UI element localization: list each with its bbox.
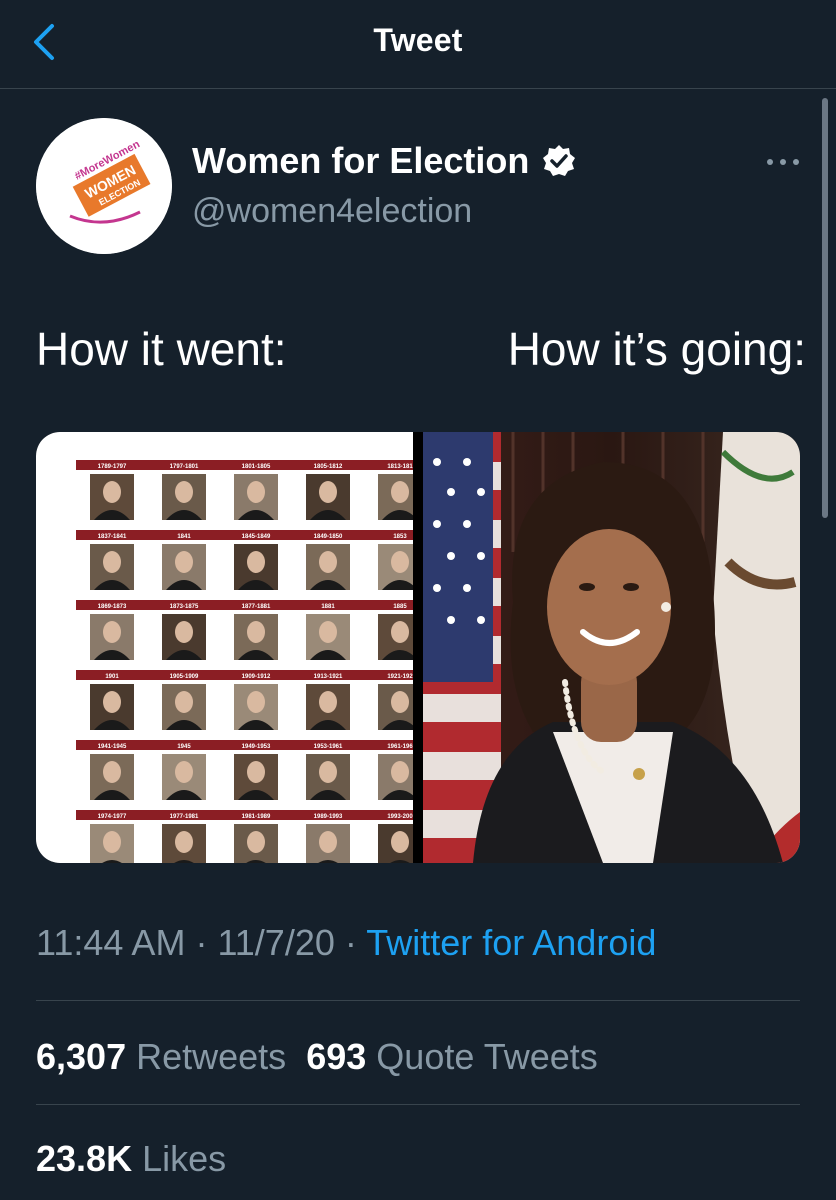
grid-portrait-face: [319, 691, 337, 713]
grid-term-label: 1921-192: [387, 674, 413, 680]
grid-portrait-face: [391, 481, 409, 503]
grid-portrait-face: [175, 551, 193, 573]
grid-term-label: 1913-1921: [314, 674, 343, 680]
grid-portrait-face: [103, 761, 121, 783]
grid-term-label: 1849-1850: [314, 534, 343, 540]
grid-term-label: 1845-1849: [242, 534, 271, 540]
grid-portrait-face: [247, 621, 265, 643]
more-dots-icon: [767, 159, 799, 165]
grid-portrait-face: [391, 621, 409, 643]
grid-portrait-face: [103, 691, 121, 713]
grid-term-label: 1901: [105, 674, 119, 680]
grid-term-label: 1905-1909: [170, 674, 199, 680]
grid-term-label: 1993-200: [387, 814, 413, 820]
grid-term-label: 1869-1873: [98, 604, 127, 610]
grid-term-label: 1837-1841: [98, 534, 127, 540]
grid-term-label: 1841: [177, 534, 191, 540]
divider: [36, 1000, 800, 1001]
grid-portrait-face: [175, 621, 193, 643]
grid-portrait-face: [319, 481, 337, 503]
engagement-row: 6,307 Retweets 693 Quote Tweets: [36, 1036, 598, 1078]
grid-term-label: 1941-1945: [98, 744, 127, 750]
tweet-source-link[interactable]: Twitter for Android: [366, 922, 656, 963]
scrollbar[interactable]: [822, 98, 828, 518]
tweet-date: 11/7/20: [217, 922, 335, 963]
verified-badge-icon: [543, 145, 576, 176]
grid-term-label: 1797-1801: [170, 464, 199, 470]
grid-term-label: 1813-181: [387, 464, 413, 470]
grid-term-label: 1789-1797: [98, 464, 127, 470]
grid-term-label: 1961-196: [387, 744, 413, 750]
grid-portrait-face: [319, 551, 337, 573]
grid-portrait-face: [103, 831, 121, 853]
grid-term-label: 1945: [177, 744, 191, 750]
grid-portrait-face: [247, 481, 265, 503]
tweet-text: How it went: How it’s going:: [36, 322, 806, 382]
presidents-grid-graphic: 1789-1797 1797-1801 1801-1805 1805-1812 1813…: [76, 460, 422, 863]
portrait-graphic: [423, 432, 800, 863]
tweet-media[interactable]: 1789-1797 1797-1801 1801-1805 1805-1812 1813…: [36, 432, 800, 863]
retweets-stat[interactable]: 6,307 Retweets: [36, 1036, 286, 1077]
grid-portrait-face: [391, 831, 409, 853]
author-name-row[interactable]: Women for Election: [192, 138, 577, 184]
top-bar: Tweet: [0, 0, 836, 89]
grid-portrait-face: [247, 691, 265, 713]
quote-tweets-stat[interactable]: 693 Quote Tweets: [306, 1036, 598, 1077]
likes-count: 23.8K: [36, 1138, 133, 1179]
quote-tweets-count: 693: [306, 1036, 367, 1077]
grid-portrait-face: [391, 761, 409, 783]
grid-term-label: 1805-1812: [314, 464, 343, 470]
grid-term-label: 1877-1881: [242, 604, 271, 610]
grid-portrait-face: [247, 551, 265, 573]
grid-term-label: 1989-1993: [314, 814, 343, 820]
retweets-count: 6,307: [36, 1036, 127, 1077]
grid-term-label: 1977-1981: [170, 814, 199, 820]
grid-term-label: 1873-1875: [170, 604, 199, 610]
grid-portrait-face: [175, 691, 193, 713]
grid-term-label: 1801-1805: [242, 464, 271, 470]
grid-portrait-face: [103, 481, 121, 503]
grid-term-label: 1853: [393, 534, 407, 540]
grid-term-label: 1909-1912: [242, 674, 271, 680]
grid-portrait-face: [175, 481, 193, 503]
more-options-button[interactable]: [758, 150, 808, 174]
author-display-name[interactable]: Women for Election: [192, 140, 529, 182]
tweet-text-left: How it went:: [36, 323, 287, 375]
tweet-meta: 11:44 AM · 11/7/20 · Twitter for Android: [36, 922, 656, 964]
grid-term-label: 1881: [321, 604, 335, 610]
grid-portrait-face: [391, 691, 409, 713]
grid-portrait-face: [319, 761, 337, 783]
grid-term-label: 1981-1989: [242, 814, 271, 820]
grid-portrait-face: [319, 831, 337, 853]
tweet-text-right: How it’s going:: [507, 323, 806, 375]
portrait-image[interactable]: [423, 432, 800, 863]
grid-portrait-face: [319, 621, 337, 643]
grid-term-label: 1974-1977: [98, 814, 127, 820]
meta-separator: ·: [334, 922, 367, 963]
page-title: Tweet: [373, 22, 463, 58]
grid-portrait-face: [175, 761, 193, 783]
grid-portrait-face: [247, 831, 265, 853]
divider: [36, 1104, 800, 1105]
tweet-time: 11:44 AM: [36, 922, 186, 963]
grid-term-label: 1885: [393, 604, 407, 610]
grid-portrait-face: [103, 621, 121, 643]
likes-stat[interactable]: 23.8K Likes: [36, 1138, 226, 1179]
retweets-label: Retweets: [136, 1036, 287, 1077]
grid-term-label: 1949-1953: [242, 744, 271, 750]
grid-term-label: 1953-1961: [314, 744, 343, 750]
women-for-election-logo: #MoreWomen WOMEN ELECTION: [36, 118, 172, 254]
meta-separator: ·: [185, 922, 218, 963]
grid-portrait-face: [391, 551, 409, 573]
grid-portrait-face: [103, 551, 121, 573]
grid-portrait-face: [175, 831, 193, 853]
author-handle[interactable]: @women4election: [192, 192, 472, 231]
likes-row: 23.8K Likes: [36, 1138, 226, 1180]
presidents-grid-image[interactable]: 1789-1797 1797-1801 1801-1805 1805-1812 1813…: [36, 432, 422, 863]
grid-portrait-face: [247, 761, 265, 783]
avatar[interactable]: #MoreWomen WOMEN ELECTION: [36, 118, 172, 254]
quote-tweets-label: Quote Tweets: [376, 1036, 598, 1077]
likes-label: Likes: [142, 1138, 227, 1179]
